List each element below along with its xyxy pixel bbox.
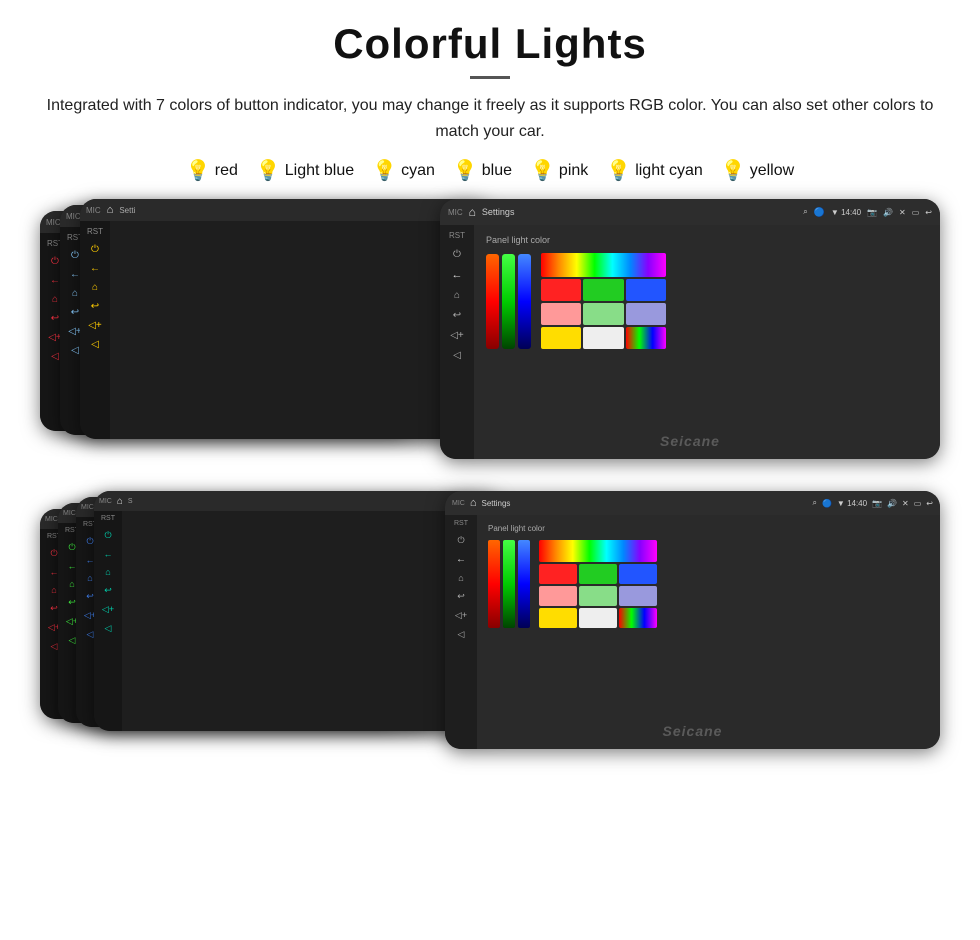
color-cell-red[interactable] [541, 279, 581, 301]
bottom-device-main: MIC ⌂ Settings ⌕ 🔵 ▼ 14:40 📷 🔊 ✕ ▭ ↩ RST… [445, 491, 940, 749]
color-item-cyan: 💡 cyan [372, 158, 435, 183]
bottom-stacked-group: MIC ⌂ S RST ⏻ ← ⌂ ↩ ◁+ ◁ [40, 491, 940, 766]
top-stacked-group: MIC ⌂ Setti RST ⏻ ← ⌂ ↩ ◁+ ◁ [40, 199, 940, 479]
title-divider [470, 76, 510, 79]
b-color-yellow[interactable] [539, 608, 577, 628]
blue-slider[interactable] [518, 254, 531, 349]
bulb-red-icon: 💡 [186, 158, 211, 183]
color-item-lightcyan: 💡 light cyan [606, 158, 703, 183]
red-slider[interactable] [486, 254, 499, 349]
color-item-pink: 💡 pink [530, 158, 588, 183]
color-cell-green[interactable] [583, 279, 623, 301]
bulb-cyan-icon: 💡 [372, 158, 397, 183]
color-cell-multi[interactable] [626, 327, 666, 349]
watermark-bottom: Seicane [663, 723, 723, 739]
bottom-devices-row: MIC ⌂ S RST ⏻ ← ⌂ ↩ ◁+ ◁ [30, 491, 950, 766]
bottom-blue-slider[interactable] [518, 540, 530, 628]
watermark-top: Seicane [660, 433, 720, 449]
bulb-blue-icon: 💡 [453, 158, 478, 183]
color-label-cyan: cyan [401, 162, 435, 180]
panel-light-label: Panel light color [486, 235, 928, 245]
color-label-blue: blue [482, 162, 512, 180]
rainbow-bar-top [541, 253, 666, 277]
description-text: Integrated with 7 colors of button indic… [40, 93, 940, 144]
green-slider[interactable] [502, 254, 515, 349]
color-label-lightcyan: light cyan [635, 162, 703, 180]
color-item-red: 💡 red [186, 158, 238, 183]
b-color-lightgreen[interactable] [579, 586, 617, 606]
color-cell-white[interactable] [583, 327, 623, 349]
bulb-yellow-icon: 💡 [721, 158, 746, 183]
color-label-pink: pink [559, 162, 588, 180]
top-devices-row: MIC ⌂ Setti RST ⏻ ← ⌂ ↩ ◁+ ◁ [30, 199, 950, 479]
color-label-yellow: yellow [750, 162, 794, 180]
top-device-card-3: MIC ⌂ Setti RST ⏻ ← ⌂ ↩ ◁+ ◁ [80, 199, 490, 439]
color-cell-lightgreen[interactable] [583, 303, 623, 325]
color-item-blue: 💡 blue [453, 158, 512, 183]
bulb-lightcyan-icon: 💡 [606, 158, 631, 183]
color-cell-lightblue[interactable] [626, 303, 666, 325]
top-device-main: MIC ⌂ Settings ⌕ 🔵 ▼ 14:40 📷 🔊 ✕ ▭ ↩ RST… [440, 199, 940, 459]
color-cell-pink[interactable] [541, 303, 581, 325]
bottom-red-slider[interactable] [488, 540, 500, 628]
bulb-pink-icon: 💡 [530, 158, 555, 183]
color-item-lightblue: 💡 Light blue [256, 158, 354, 183]
color-label-lightblue: Light blue [285, 162, 354, 180]
color-label-red: red [215, 162, 238, 180]
b-color-lightblue[interactable] [619, 586, 657, 606]
page-wrapper: Colorful Lights Integrated with 7 colors… [0, 0, 980, 788]
color-cell-blue[interactable] [626, 279, 666, 301]
b-color-green[interactable] [579, 564, 617, 584]
color-cell-yellow[interactable] [541, 327, 581, 349]
bulb-lightblue-icon: 💡 [256, 158, 281, 183]
bottom-rainbow-bar [539, 540, 657, 562]
b-color-red[interactable] [539, 564, 577, 584]
b-color-white[interactable] [579, 608, 617, 628]
b-color-pink[interactable] [539, 586, 577, 606]
b-color-multi[interactable] [619, 608, 657, 628]
color-legend: 💡 red 💡 Light blue 💡 cyan 💡 blue 💡 pink … [30, 158, 950, 183]
bottom-green-slider[interactable] [503, 540, 515, 628]
b-color-blue[interactable] [619, 564, 657, 584]
bottom-panel-label: Panel light color [488, 524, 929, 533]
page-title: Colorful Lights [30, 20, 950, 68]
bottom-device-card-4: MIC ⌂ S RST ⏻ ← ⌂ ↩ ◁+ ◁ [94, 491, 499, 731]
color-item-yellow: 💡 yellow [721, 158, 794, 183]
